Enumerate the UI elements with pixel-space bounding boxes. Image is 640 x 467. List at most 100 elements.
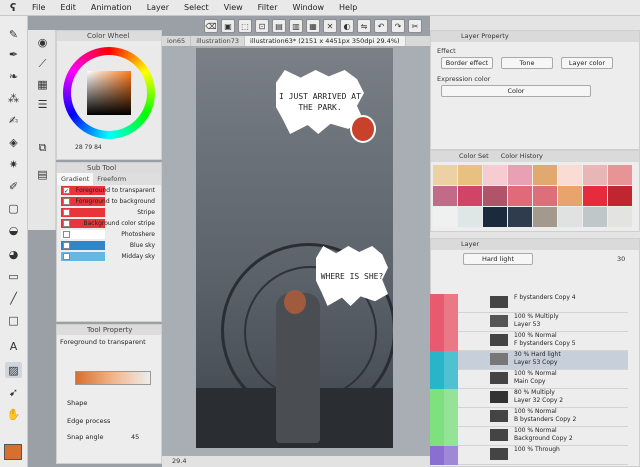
color-swatch[interactable]: [608, 186, 632, 206]
expression-color-select[interactable]: Color: [441, 85, 591, 97]
eraser-icon[interactable]: ▭: [5, 268, 22, 284]
lasso-icon[interactable]: ╱: [5, 290, 22, 306]
gradient-preview[interactable]: [75, 371, 151, 385]
ruler-icon[interactable]: ⟋: [34, 56, 51, 72]
layer-row[interactable]: 80 % Multiply Layer 32 Copy 2: [458, 389, 628, 408]
gradient-item[interactable]: Stripe: [57, 207, 161, 218]
redo-icon[interactable]: ↷: [391, 19, 405, 33]
color-swatch[interactable]: [508, 186, 532, 206]
select-icon[interactable]: ⊡: [255, 19, 269, 33]
layer-lock[interactable]: [444, 408, 458, 427]
menu-view[interactable]: View: [218, 3, 252, 12]
layer-visibility[interactable]: [430, 427, 444, 446]
layer-row[interactable]: 100 % Normal B bystanders Copy 2: [458, 408, 628, 427]
palette-icon[interactable]: ▦: [34, 76, 51, 92]
tab-freeform[interactable]: Freeform: [93, 173, 130, 185]
clear-icon[interactable]: ⌫: [204, 19, 218, 33]
doc-tab-2[interactable]: illustration73: [191, 36, 246, 46]
color-swatch[interactable]: [583, 165, 607, 185]
gradient-checkbox[interactable]: [63, 242, 70, 249]
color-swatch[interactable]: [508, 165, 532, 185]
color-swatch[interactable]: [458, 186, 482, 206]
app-logo[interactable]: ʕ: [0, 1, 26, 14]
layer-row[interactable]: 100 % Through: [458, 446, 628, 465]
menu-edit[interactable]: Edit: [54, 3, 85, 12]
flip-icon[interactable]: ⇋: [357, 19, 371, 33]
layer-lock[interactable]: [444, 294, 458, 313]
figure-icon[interactable]: ◈: [5, 134, 22, 150]
menu-layer[interactable]: Layer: [141, 3, 178, 12]
tab-gradient[interactable]: Gradient: [57, 173, 94, 185]
layer-visibility[interactable]: [430, 294, 444, 313]
blend-mode-select[interactable]: Hard light: [463, 253, 533, 265]
color-swatch[interactable]: [533, 186, 557, 206]
hand-icon[interactable]: ✋: [5, 406, 22, 422]
main-color-swatch[interactable]: [4, 444, 22, 460]
layer-lock[interactable]: [444, 332, 458, 351]
doc-tab-1[interactable]: ion65: [162, 36, 192, 46]
layer-row[interactable]: 100 % Normal F bystanders Copy 5: [458, 332, 628, 351]
rectangle-icon[interactable]: □: [5, 312, 22, 328]
gradient-item[interactable]: Foreground to background: [57, 196, 161, 207]
layer-visibility[interactable]: [430, 389, 444, 408]
snap-angle-label[interactable]: Snap angle: [67, 433, 103, 441]
layer-visibility[interactable]: [430, 370, 444, 389]
layer-visibility[interactable]: [430, 313, 444, 332]
color-swatch[interactable]: [433, 186, 457, 206]
snap-angle-value[interactable]: 45: [131, 433, 139, 441]
gradient-checkbox[interactable]: [63, 253, 70, 260]
color-swatch[interactable]: [558, 165, 582, 185]
menu-help[interactable]: Help: [333, 3, 366, 12]
fill-icon[interactable]: ◕: [5, 246, 22, 262]
navigator-icon[interactable]: ◉: [34, 34, 51, 50]
color-swatch[interactable]: [608, 165, 632, 185]
hue-ring[interactable]: [63, 47, 155, 139]
gradient-tool-icon[interactable]: ▨: [5, 362, 22, 378]
layer-row[interactable]: 30 % Hard light Layer 53 Copy: [458, 351, 628, 370]
color-swatch[interactable]: [458, 165, 482, 185]
color-swatch[interactable]: [433, 207, 457, 227]
tab-color-history[interactable]: Color History: [501, 151, 543, 162]
brush-icon[interactable]: ❧: [5, 68, 22, 84]
color-swatch[interactable]: [583, 186, 607, 206]
ink-icon[interactable]: ✒: [5, 46, 22, 62]
gradient-icon[interactable]: ◒: [5, 222, 22, 238]
layer-row[interactable]: 100 % Normal Background Copy 2: [458, 427, 628, 446]
paint-icon[interactable]: ▣: [221, 19, 235, 33]
menu-file[interactable]: File: [26, 3, 54, 12]
layer-lock[interactable]: [444, 389, 458, 408]
gradient-checkbox[interactable]: [63, 209, 70, 216]
gradient-checkbox[interactable]: [63, 198, 70, 205]
layer-row[interactable]: F bystanders Copy 4: [458, 294, 628, 313]
gradient-checkbox[interactable]: [63, 231, 70, 238]
color-swatch[interactable]: [558, 207, 582, 227]
blend-icon[interactable]: ✍: [5, 112, 22, 128]
menu-select[interactable]: Select: [178, 3, 218, 12]
layer-visibility[interactable]: [430, 408, 444, 427]
gradient-item[interactable]: Photoshere: [57, 229, 161, 240]
airbrush-icon[interactable]: ⁂: [5, 90, 22, 106]
tone-button[interactable]: Tone: [501, 57, 553, 69]
color-swatch[interactable]: [608, 207, 632, 227]
cut-icon[interactable]: ✂: [408, 19, 422, 33]
color-swatch[interactable]: [483, 165, 507, 185]
menu-window[interactable]: Window: [286, 3, 333, 12]
doc-tab-3[interactable]: illustration63* (2151 x 4451px 350dpi 29…: [245, 36, 406, 46]
sparkle-icon[interactable]: ✷: [5, 156, 22, 172]
layer-row[interactable]: 100 % Multiply Layer 53: [458, 313, 628, 332]
color-icon[interactable]: ◐: [340, 19, 354, 33]
gradient-checkbox[interactable]: [63, 220, 70, 227]
layer-row[interactable]: 100 % Normal Main Copy: [458, 370, 628, 389]
layer-visibility[interactable]: [430, 332, 444, 351]
saturation-square[interactable]: [87, 71, 131, 115]
color-swatch[interactable]: [483, 186, 507, 206]
color-swatch[interactable]: [533, 207, 557, 227]
gradient-item[interactable]: Background color stripe: [57, 218, 161, 229]
text-tool-icon[interactable]: A: [5, 338, 22, 354]
new-icon[interactable]: ▤: [272, 19, 286, 33]
layer-color-button[interactable]: Layer color: [561, 57, 613, 69]
select-icon[interactable]: ⬚: [238, 19, 252, 33]
history-icon[interactable]: ⧉: [34, 140, 51, 156]
move-icon[interactable]: ➹: [5, 384, 22, 400]
border-effect-button[interactable]: Border effect: [441, 57, 493, 69]
